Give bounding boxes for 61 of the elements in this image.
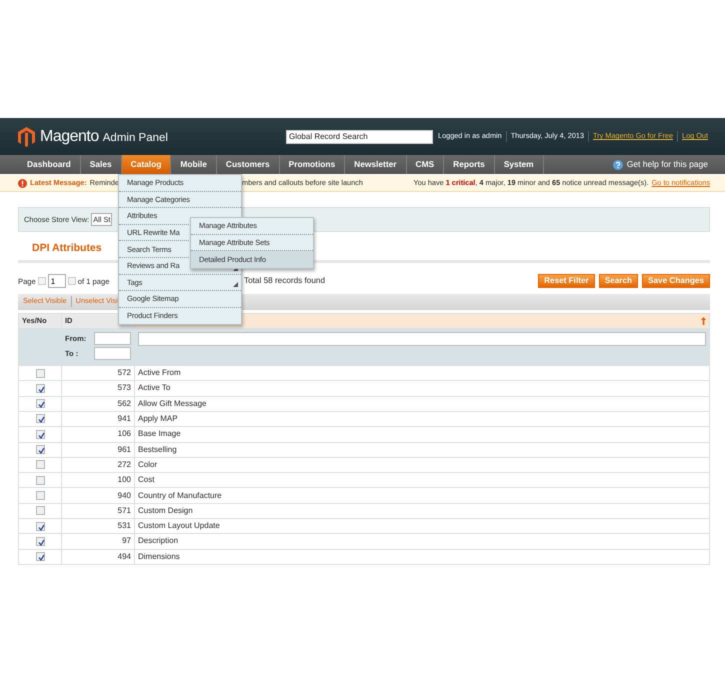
checkbox[interactable] [36, 445, 44, 454]
checkbox[interactable] [36, 368, 44, 378]
checkbox[interactable] [36, 384, 44, 393]
checkbox[interactable] [36, 506, 44, 516]
nav-tab[interactable]: Promotions [280, 155, 346, 174]
checkbox[interactable] [36, 476, 44, 485]
nav-tab[interactable]: System [494, 155, 544, 174]
table-cell: 106 [62, 426, 134, 442]
checkbox[interactable] [36, 399, 44, 408]
table-cell: 494 [62, 549, 134, 564]
search-field[interactable]: Global Record Search [286, 130, 433, 144]
warning-icon [18, 178, 27, 188]
table-cell: 531 [62, 518, 134, 534]
table-cell: 940 [62, 488, 134, 504]
checkbox[interactable] [36, 430, 44, 439]
table-cell: Active From [134, 366, 710, 381]
table-cell: 97 [62, 534, 134, 550]
nav-tab[interactable]: Dashboard [18, 155, 81, 174]
help-icon [612, 160, 623, 170]
table-cell: Dimensions [134, 549, 710, 564]
table-cell: Country of Manufacture [134, 488, 710, 504]
name-filter-field[interactable] [138, 332, 706, 346]
table-cell: 571 [62, 503, 134, 519]
page-field[interactable]: 1 [48, 274, 66, 288]
table-cell: Cost [134, 472, 710, 488]
sort-arrow-icon [701, 317, 706, 326]
nav-tab[interactable]: CMS [406, 155, 444, 174]
checkbox[interactable] [36, 552, 44, 562]
range-field[interactable] [94, 332, 131, 346]
previous-page-button[interactable] [38, 277, 46, 286]
table-cell: Color [134, 457, 710, 473]
checkbox[interactable] [36, 414, 44, 424]
table-cell: Active To [134, 380, 710, 396]
table-cell: 572 [62, 366, 134, 381]
next-page-button[interactable] [68, 277, 76, 286]
range-field[interactable] [94, 347, 131, 360]
table-cell: 961 [62, 442, 134, 458]
checkbox[interactable] [36, 460, 44, 470]
table-cell: 573 [62, 380, 134, 396]
logo-text: Magento [40, 126, 99, 146]
nav-tab[interactable]: Reports [444, 155, 495, 174]
table-cell: Custom Design [134, 503, 710, 519]
table-cell: Custom Layout Update [134, 518, 710, 534]
checkbox[interactable] [36, 522, 44, 531]
table-cell: 272 [62, 457, 134, 473]
logo-subtitle: Admin Panel [102, 130, 168, 146]
table-cell: Description [134, 534, 710, 550]
checkbox[interactable] [36, 490, 44, 500]
table-cell: 562 [62, 396, 134, 412]
table-cell: Allow Gift Message [134, 396, 710, 412]
table-cell: Base Image [134, 426, 710, 442]
nav-tab[interactable]: Newsletter [345, 155, 407, 174]
table-cell: Bestselling [134, 442, 710, 458]
submenu-arrow-icon [233, 282, 238, 288]
logo-icon [18, 126, 35, 146]
table-cell: 941 [62, 411, 134, 427]
checkbox[interactable] [36, 536, 44, 546]
help-link[interactable]: Get help for this page [626, 158, 708, 171]
table-cell: 100 [62, 472, 134, 488]
records-count: Total 58 records found [244, 275, 326, 288]
table-cell: Apply MAP [134, 411, 710, 427]
